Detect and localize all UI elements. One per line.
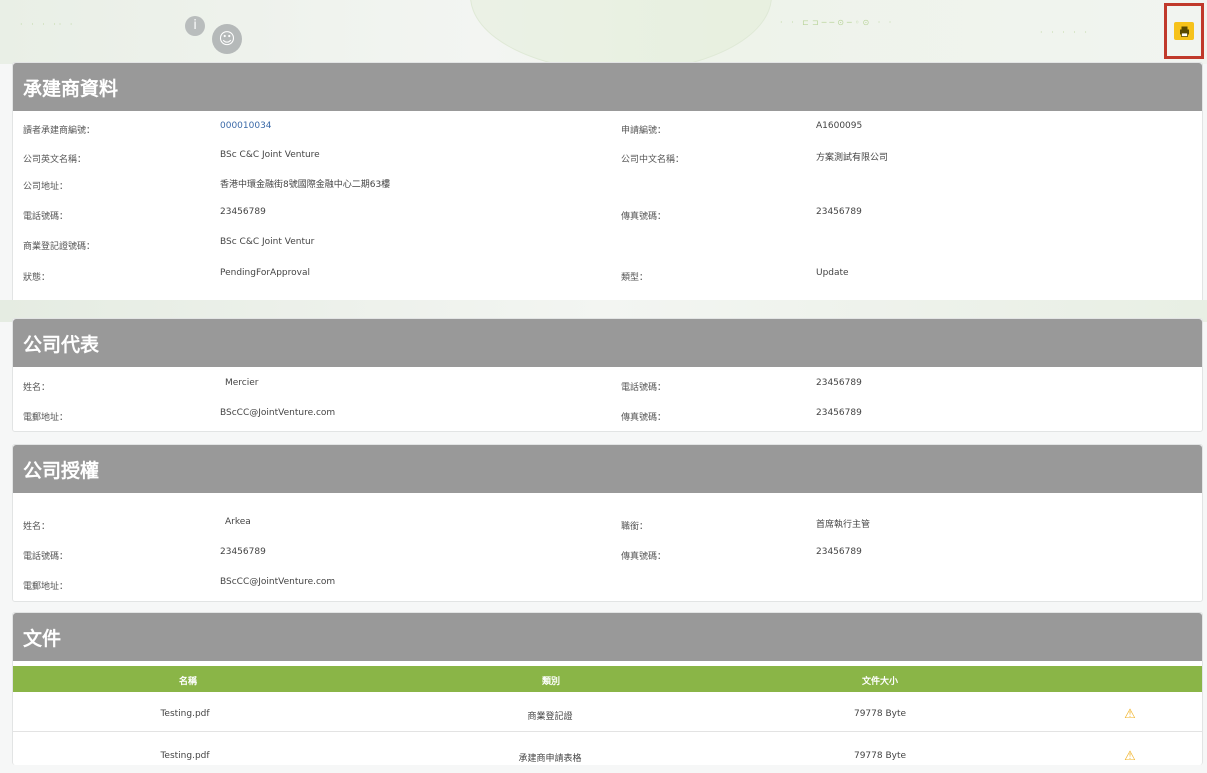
document-size: 79778 Byte	[853, 751, 907, 761]
field-label: 電話號碼：	[23, 212, 69, 222]
field-value: BSc C&C Joint Venture	[220, 150, 320, 160]
field-value: Update	[816, 268, 849, 278]
field-label: 傳真號碼：	[621, 212, 667, 222]
field-label: 公司中文名稱：	[621, 155, 685, 165]
print-button[interactable]	[1164, 3, 1204, 59]
field-label: 電話號碼：	[621, 383, 667, 393]
field-value: 香港中環金融街8號國際金融中心二期63樓	[220, 180, 391, 190]
field-label: 讀者承建商編號：	[23, 126, 96, 136]
document-name: Testing.pdf	[160, 709, 210, 719]
authorization-section-title: 公司授權	[13, 445, 1202, 493]
field-value: BSc C&C Joint Ventur	[220, 237, 315, 247]
field-label: 狀態：	[23, 273, 51, 283]
field-value: 首席執行主管	[816, 520, 871, 530]
field-value: Arkea	[225, 517, 251, 527]
documents-table-header: 名稱 類別 文件大小	[13, 666, 1202, 692]
field-label: 姓名：	[23, 383, 51, 393]
field-label: 公司地址：	[23, 182, 69, 192]
field-value: PendingForApproval	[220, 268, 310, 278]
print-icon	[1174, 22, 1194, 40]
column-header-name: 名稱	[178, 677, 198, 687]
contractor-section-title: 承建商資料	[13, 63, 1202, 111]
field-value: 23456789	[220, 547, 266, 557]
document-size: 79778 Byte	[853, 709, 907, 719]
representative-card: 公司代表 姓名： Mercier 電話號碼： 23456789 電郵地址： BS…	[12, 318, 1203, 432]
field-label: 傳真號碼：	[621, 413, 667, 423]
field-label: 電郵地址：	[23, 582, 69, 592]
circuit-decoration: · · · ·· ·	[20, 20, 76, 29]
field-value: 方案測試有限公司	[816, 153, 889, 163]
field-label: 電郵地址：	[23, 413, 69, 423]
documents-card: 文件 名稱 類別 文件大小 Testing.pdf 商業登記證 79778 By…	[12, 612, 1203, 765]
document-name: Testing.pdf	[160, 751, 210, 761]
field-value: Mercier	[225, 378, 259, 388]
field-value: A1600095	[816, 121, 863, 131]
field-value: 23456789	[816, 378, 862, 388]
download-icon[interactable]: ⚠	[1124, 749, 1136, 764]
column-header-size: 文件大小	[861, 677, 899, 687]
field-value: 23456789	[816, 408, 862, 418]
field-label: 電話號碼：	[23, 552, 69, 562]
user-icon: ☺	[212, 24, 242, 54]
field-label: 公司英文名稱：	[23, 155, 87, 165]
contractor-info-card: 承建商資料 讀者承建商編號： 000010034 申請編號： A1600095 …	[12, 62, 1203, 304]
circuit-decoration: · · ⊏⊐──⊙─◦⊙ · ·	[780, 18, 895, 27]
field-value: BScCC@JointVenture.com	[220, 408, 336, 418]
field-value: 23456789	[220, 207, 266, 217]
field-value: BScCC@JointVenture.com	[220, 577, 336, 587]
field-label: 傳真號碼：	[621, 552, 667, 562]
document-type: 商業登記證	[527, 712, 573, 722]
field-label: 職銜：	[621, 522, 649, 532]
field-value: 23456789	[816, 547, 862, 557]
table-row: Testing.pdf 承建商申請表格 79778 Byte ⚠	[13, 743, 1202, 773]
field-label: 申請編號：	[621, 126, 667, 136]
documents-section-title: 文件	[13, 613, 1202, 661]
representative-section-title: 公司代表	[13, 319, 1202, 367]
circuit-decoration: · · · · ·	[1040, 28, 1090, 37]
contractor-number-link[interactable]: 000010034	[220, 121, 272, 131]
field-value: 23456789	[816, 207, 862, 217]
table-row: Testing.pdf 商業登記證 79778 Byte ⚠	[13, 701, 1202, 732]
download-icon[interactable]: ⚠	[1124, 707, 1136, 722]
field-label: 商業登記證號碼：	[23, 242, 96, 252]
field-label: 類型：	[621, 273, 649, 283]
document-type: 承建商申請表格	[518, 754, 582, 764]
column-header-type: 類別	[541, 677, 561, 687]
authorization-card: 公司授權 姓名： Arkea 職銜： 首席執行主管 電話號碼： 23456789…	[12, 444, 1203, 602]
info-icon: i	[185, 16, 205, 36]
field-label: 姓名：	[23, 522, 51, 532]
